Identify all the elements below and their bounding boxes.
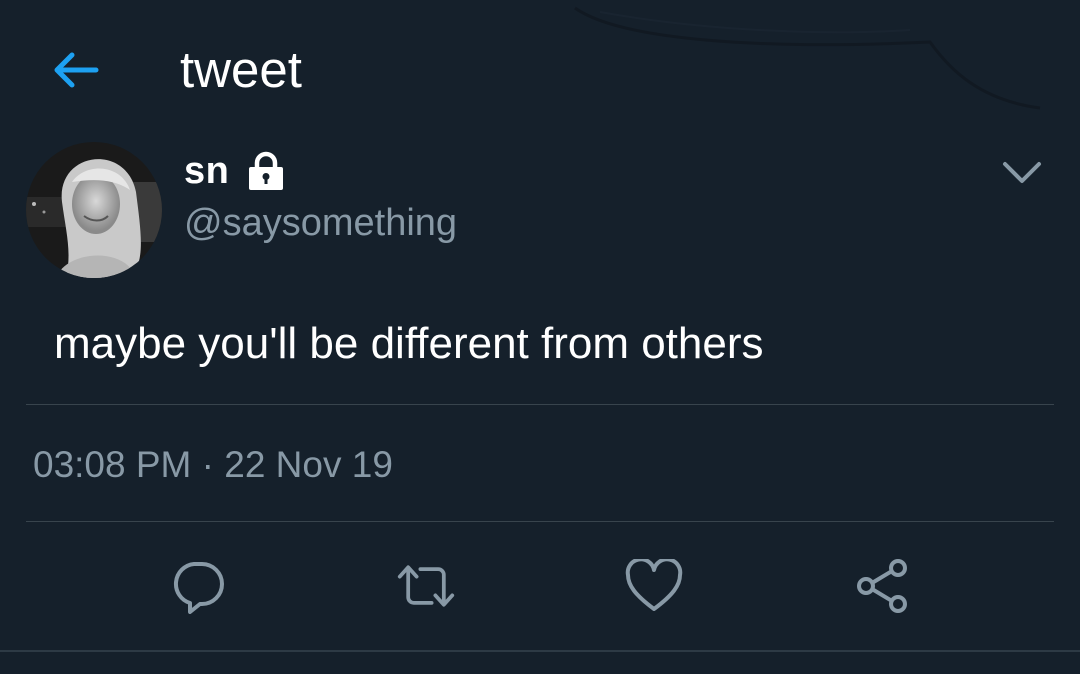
arrow-left-icon bbox=[54, 52, 99, 88]
like-button[interactable] bbox=[624, 556, 684, 616]
user-handle[interactable]: @saysomething bbox=[184, 200, 457, 246]
retweet-icon bbox=[397, 565, 455, 607]
like-icon bbox=[625, 559, 683, 611]
reply-icon bbox=[173, 562, 224, 614]
display-name[interactable]: sn bbox=[184, 150, 229, 193]
user-name-row: sn bbox=[184, 147, 289, 195]
retweet-button[interactable] bbox=[396, 556, 456, 616]
header-bar: tweet bbox=[0, 0, 1080, 140]
chevron-down-icon bbox=[1003, 162, 1041, 183]
divider bbox=[26, 521, 1054, 522]
back-button[interactable] bbox=[40, 40, 110, 100]
lock-icon bbox=[245, 149, 289, 193]
share-icon bbox=[857, 559, 907, 613]
avatar[interactable] bbox=[26, 142, 162, 278]
bottom-divider bbox=[0, 650, 1080, 652]
divider bbox=[26, 404, 1054, 405]
avatar-image bbox=[26, 142, 162, 278]
reply-button[interactable] bbox=[168, 556, 228, 616]
tweet-menu-button[interactable] bbox=[996, 150, 1048, 196]
share-button[interactable] bbox=[852, 556, 912, 616]
page-title: tweet bbox=[180, 41, 302, 98]
tweet-text: maybe you'll be different from others bbox=[54, 319, 764, 368]
tweet-timestamp: 03:08 PM · 22 Nov 19 bbox=[33, 444, 393, 485]
